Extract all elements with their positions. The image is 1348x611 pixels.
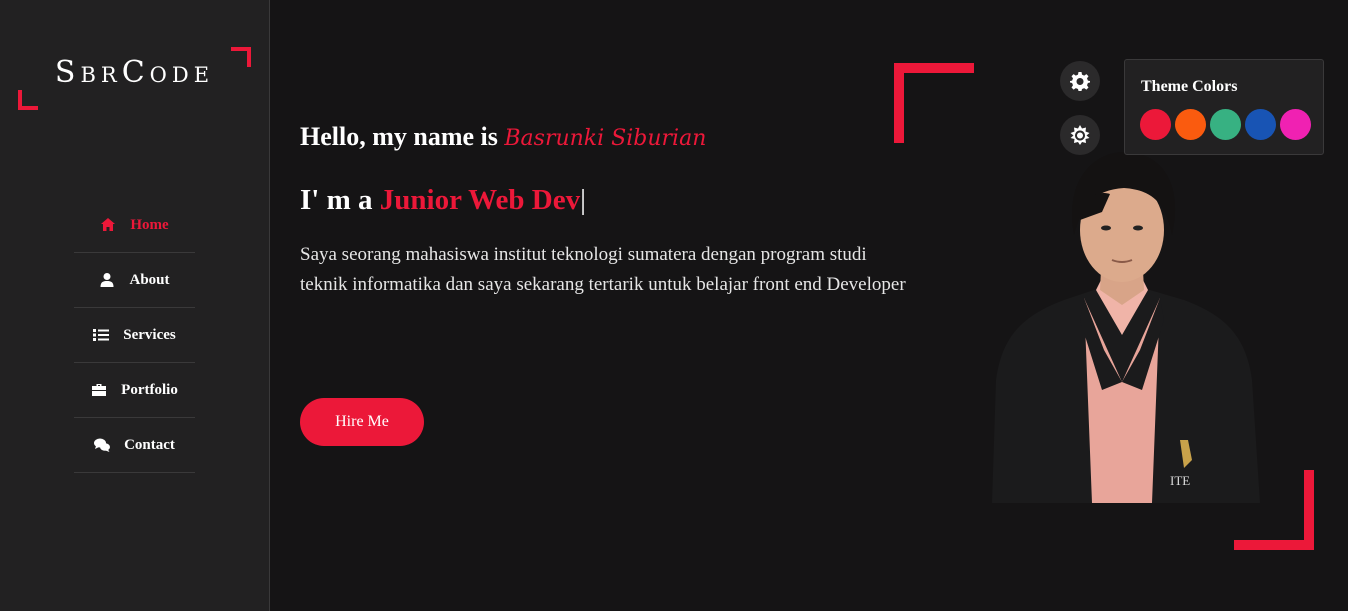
greeting-text: Hello, my name is [300,122,498,151]
nav-item-label: About [129,271,170,288]
comments-icon [94,438,111,452]
theme-colors-title: Theme Colors [1141,78,1238,95]
color-swatch-green[interactable] [1210,109,1241,140]
nav-item-label: Home [130,216,169,233]
jacket-text: ITE [1170,473,1190,488]
nav-item-contact[interactable]: Contact [74,418,195,473]
nav-item-label: Contact [124,436,175,453]
hire-me-button[interactable]: Hire Me [300,398,424,446]
day-night-toggle-button[interactable] [1060,115,1100,155]
nav-item-services[interactable]: Services [74,308,195,363]
nav-menu: Home About Services Portfolio Contact [74,198,195,473]
profile-photo: ITE [992,152,1260,503]
greeting-heading: Hello, my name is Basrunki Siburian [300,122,706,152]
theme-color-swatches [1140,109,1311,140]
briefcase-icon [92,384,107,396]
logo-corner-bottom-left [18,90,38,110]
user-icon [100,273,114,287]
role-heading: I' m a Junior Web Dev| [300,184,586,217]
logo-text[interactable]: SbrCode [18,55,251,90]
color-swatch-blue[interactable] [1245,109,1276,140]
person-name: Basrunki Siburian [504,126,707,151]
about-description: Saya seorang mahasiswa institut teknolog… [300,244,906,295]
theme-colors-panel: Theme Colors [1124,59,1324,155]
nav-item-about[interactable]: About [74,253,195,308]
photo-frame-bottom-right [1234,470,1314,550]
logo[interactable]: SbrCode [18,47,251,110]
settings-toggle-button[interactable] [1060,61,1100,101]
photo-frame-top-left [894,63,974,143]
gear-icon [1070,72,1090,91]
nav-item-portfolio[interactable]: Portfolio [74,363,195,418]
sidebar: SbrCode Home About Services Portfolio Co… [0,0,270,611]
typing-cursor: | [580,184,586,216]
role-prefix: I' m a [300,184,373,216]
home-icon [101,218,116,231]
nav-item-label: Portfolio [121,381,178,398]
color-swatch-red[interactable] [1140,109,1171,140]
nav-item-label: Services [123,326,176,343]
sun-icon [1070,125,1090,145]
color-swatch-pink[interactable] [1280,109,1311,140]
color-swatch-orange[interactable] [1175,109,1206,140]
role-text: Junior Web Dev [379,184,581,216]
list-icon [93,329,110,341]
nav-item-home[interactable]: Home [74,198,195,253]
